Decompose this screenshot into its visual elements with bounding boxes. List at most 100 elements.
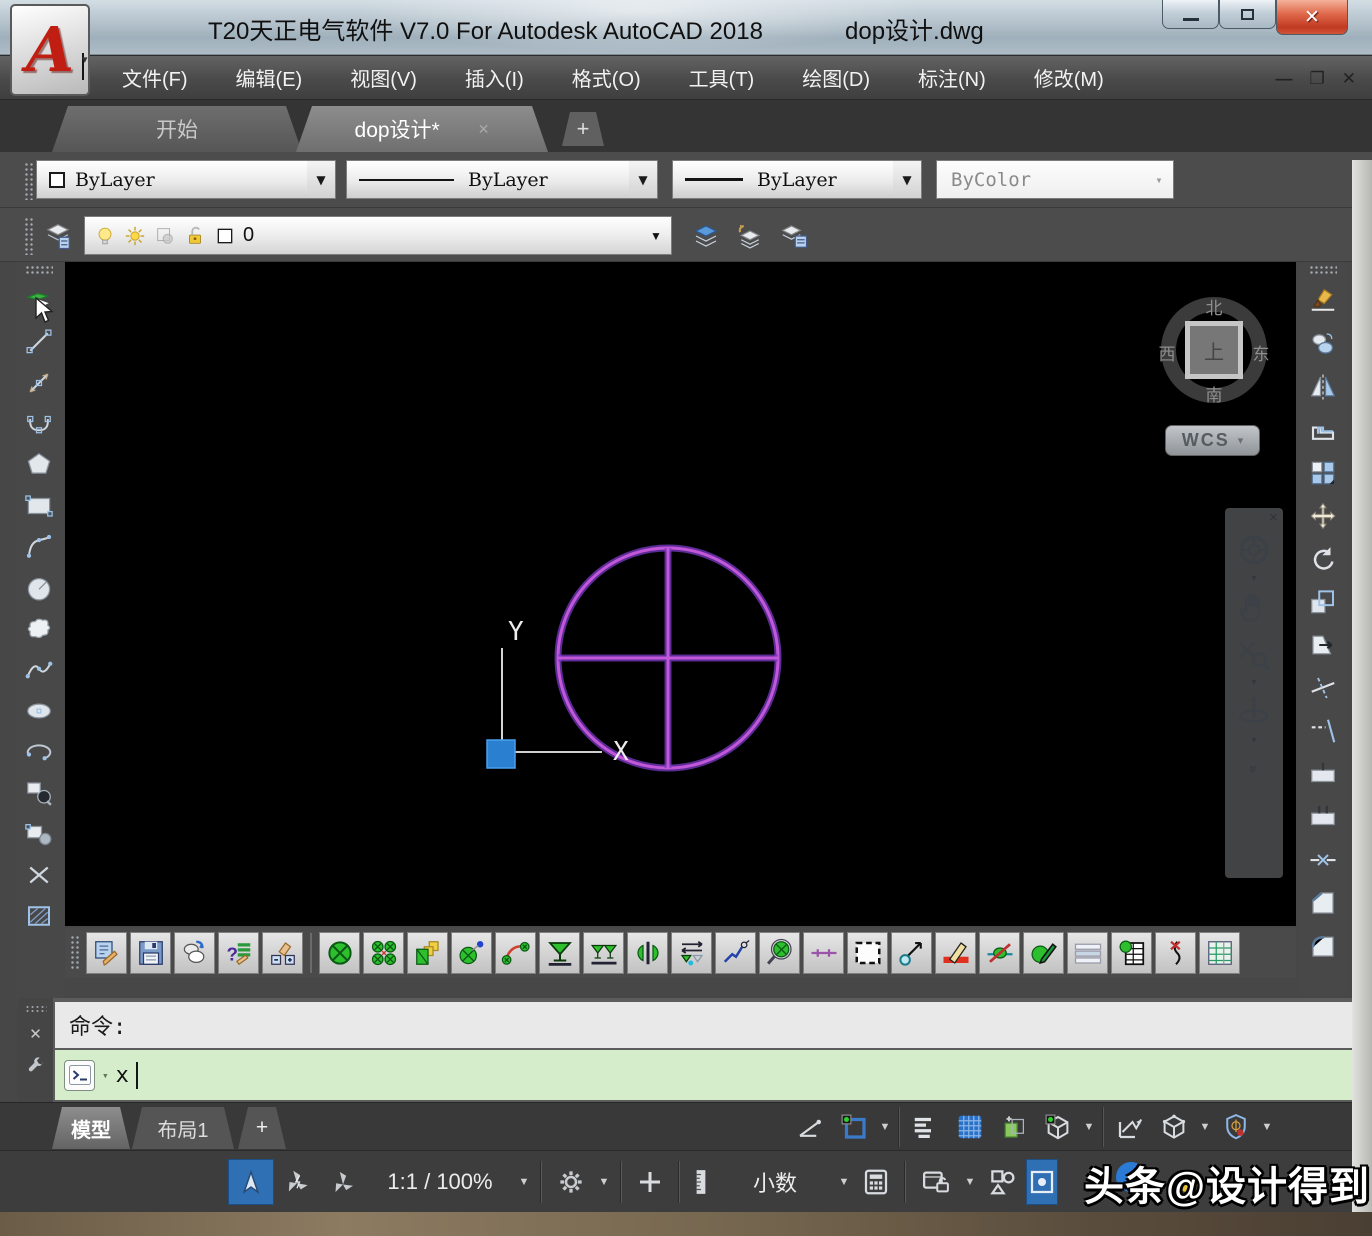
isolate-objects-button[interactable] — [980, 1159, 1026, 1205]
doc-close-icon[interactable]: ✕ — [1342, 69, 1356, 89]
tab-start[interactable]: 开始 — [52, 106, 302, 152]
quick-properties-button[interactable] — [992, 1105, 1036, 1149]
units-display[interactable]: 小数 — [716, 1159, 834, 1205]
selection-cycling-button[interactable] — [1036, 1105, 1080, 1149]
navbar-more-icon[interactable]: » — [1247, 765, 1261, 773]
command-input-value[interactable]: x — [116, 1063, 129, 1088]
break-button[interactable] — [1302, 796, 1344, 837]
menu-item[interactable]: 工具(T) — [665, 63, 779, 92]
minimize-button[interactable] — [1162, 0, 1219, 29]
tz-material-table-button[interactable] — [1111, 932, 1152, 974]
tz-wire-cut-button[interactable] — [979, 932, 1020, 974]
grid-display-button[interactable] — [948, 1105, 992, 1149]
annotation-visibility-button[interactable] — [228, 1159, 274, 1205]
tz-wire-table-button[interactable] — [1199, 932, 1240, 974]
dropdown-arrow-icon[interactable]: ▼ — [1080, 1121, 1098, 1133]
tz-wire-delete-button[interactable] — [1155, 932, 1196, 974]
tz-lamp-array-button[interactable] — [583, 932, 624, 974]
layer-freeze-sun-icon[interactable] — [123, 224, 147, 248]
tz-wire-draw-button[interactable] — [803, 932, 844, 974]
quick-calc-button[interactable] — [854, 1159, 898, 1205]
break-at-point-button[interactable] — [1302, 753, 1344, 794]
viewcube[interactable]: 北 南 西 东 上 — [1161, 297, 1267, 403]
ellipse-button[interactable] — [18, 690, 60, 731]
doc-minimize-icon[interactable]: — — [1276, 69, 1293, 89]
rotate-button[interactable] — [1302, 538, 1344, 579]
tz-help-layers-button[interactable]: ? — [218, 932, 259, 974]
scale-button[interactable] — [1302, 581, 1344, 622]
color-dropdown[interactable]: ByLayer ▼ — [36, 160, 336, 199]
tab-model[interactable]: 模型 — [52, 1107, 130, 1149]
fillet-button[interactable] — [1302, 925, 1344, 966]
viewcube-south[interactable]: 南 — [1204, 381, 1224, 406]
toolbar-grip[interactable] — [1309, 265, 1337, 276]
crosshair-plus-button[interactable] — [628, 1159, 672, 1205]
dropdown-arrow-icon[interactable]: ▼ — [594, 1176, 614, 1188]
command-customize-icon[interactable] — [25, 1055, 47, 1082]
tz-save-button[interactable] — [130, 932, 171, 974]
annotation_scale-display[interactable]: 1:1 / 100% — [366, 1159, 514, 1205]
menu-item[interactable]: 修改(M) — [1010, 63, 1128, 92]
tz-device-insert-button[interactable] — [319, 932, 360, 974]
menu-item[interactable]: 视图(V) — [326, 63, 441, 92]
revision-cloud-button[interactable] — [18, 608, 60, 649]
construction-line-button[interactable] — [18, 362, 60, 403]
dropdown-arrow-icon[interactable]: ▼ — [960, 1176, 980, 1188]
tz-wire-lead-button[interactable] — [715, 932, 756, 974]
drawing-canvas[interactable]: Y X 北 南 西 东 上 WCS ▾ ✕ ▾ ▾ ▾ — [65, 262, 1296, 926]
tab-layout1[interactable]: 布局1 — [132, 1107, 234, 1149]
layer-color-swatch-icon[interactable] — [213, 224, 237, 248]
viewcube-north[interactable]: 北 — [1204, 294, 1224, 319]
tz-device-check-button[interactable] — [759, 932, 800, 974]
command-close-icon[interactable]: ✕ — [29, 1025, 42, 1043]
navbar-dropdown-icon[interactable]: ▾ — [1251, 736, 1256, 746]
tz-layer-control-button[interactable] — [262, 932, 303, 974]
lineweight-dropdown[interactable]: ByLayer ▼ — [672, 160, 922, 199]
menu-item[interactable]: 编辑(E) — [212, 63, 327, 92]
close-button[interactable]: ✕ — [1276, 0, 1348, 35]
toolbar-grip[interactable] — [24, 217, 33, 255]
offset-button[interactable] — [1302, 409, 1344, 450]
layer-states-button[interactable] — [686, 216, 726, 255]
divide-button[interactable] — [18, 854, 60, 895]
tz-arc-wire-button[interactable] — [495, 932, 536, 974]
dropdown-arrow-icon[interactable]: ▼ — [629, 161, 657, 198]
wcs-button[interactable]: WCS ▾ — [1165, 425, 1260, 456]
ucs-icon-toggle-button[interactable] — [1108, 1105, 1152, 1149]
command-prompt-icon[interactable] — [64, 1060, 95, 1091]
join-button[interactable] — [1302, 839, 1344, 880]
new-layout-button[interactable]: + — [238, 1107, 286, 1149]
tz-table-rows-button[interactable] — [1067, 932, 1108, 974]
match-properties-button[interactable] — [1302, 280, 1344, 321]
layer-properties-button[interactable] — [38, 216, 78, 255]
tz-device-mirror-button[interactable] — [627, 932, 668, 974]
dropdown-arrow-icon[interactable]: ▼ — [1258, 1121, 1276, 1133]
tz-erase-button[interactable] — [935, 932, 976, 974]
layer-previous-button[interactable] — [730, 216, 770, 255]
app-menu-button[interactable]: A ▾ — [10, 4, 90, 96]
tz-device-edit-button[interactable] — [1023, 932, 1064, 974]
tz-device-move-button[interactable] — [671, 932, 712, 974]
window-lock-button[interactable] — [912, 1159, 960, 1205]
menu-item[interactable]: 文件(F) — [98, 63, 212, 92]
viewcube-west[interactable]: 西 — [1157, 340, 1177, 365]
dropdown-arrow-icon[interactable]: ▼ — [1196, 1121, 1214, 1133]
navbar-close-icon[interactable]: ✕ — [1269, 511, 1278, 524]
object-snap-button[interactable] — [832, 1105, 876, 1149]
viewcube-east[interactable]: 东 — [1251, 340, 1271, 365]
make-block-button[interactable] — [18, 813, 60, 854]
hatch-button[interactable] — [18, 895, 60, 936]
extend-button[interactable] — [1302, 710, 1344, 751]
rectangle-button[interactable] — [18, 485, 60, 526]
arc-button[interactable] — [18, 526, 60, 567]
toolbar-grip[interactable] — [25, 265, 53, 276]
dropdown-arrow-icon[interactable]: ▼ — [834, 1176, 854, 1188]
toolbar-grip[interactable] — [70, 935, 81, 971]
workspace-gear-button[interactable] — [548, 1159, 594, 1205]
polyline-button[interactable] — [18, 403, 60, 444]
tz-device-array-button[interactable] — [363, 932, 404, 974]
annotation-monitor-button[interactable] — [1214, 1105, 1258, 1149]
pan-hand-icon[interactable] — [1232, 586, 1276, 630]
maximize-button[interactable] — [1219, 0, 1276, 29]
tz-settings-button[interactable] — [86, 932, 127, 974]
